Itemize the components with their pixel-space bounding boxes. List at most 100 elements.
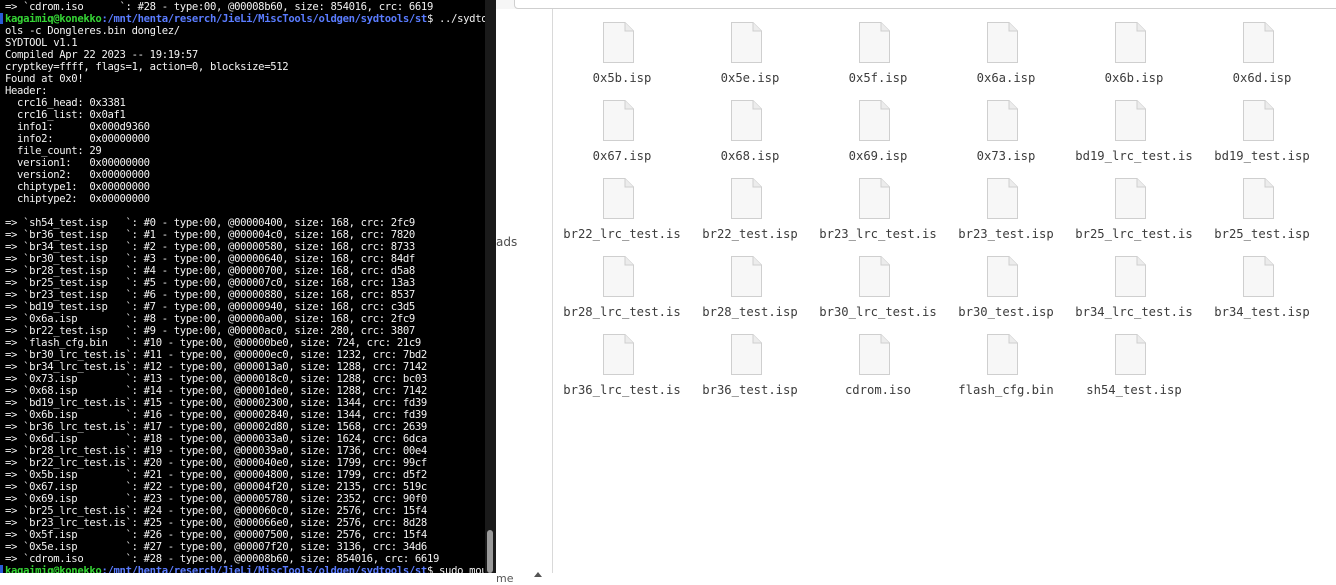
prompt-user: kagaimiq@konekko — [5, 13, 102, 25]
file-item[interactable]: br36_test.isp — [686, 332, 814, 410]
file-item[interactable]: br28_test.isp — [686, 254, 814, 332]
file-item[interactable]: br23_lrc_test.is — [814, 176, 942, 254]
file-item[interactable]: br36_lrc_test.is — [558, 332, 686, 410]
document-icon — [1243, 256, 1274, 297]
terminal-line: => `0x69.isp `: #23 - type:00, @00005780… — [5, 493, 427, 505]
file-item[interactable]: 0x5f.isp — [814, 20, 942, 98]
file-name: 0x67.isp — [592, 149, 652, 163]
terminal-line: => `br36_test.isp `: #1 - type:00, @0000… — [5, 229, 415, 241]
file-name: br23_lrc_test.is — [819, 227, 937, 241]
document-icon — [1243, 22, 1274, 63]
terminal-line: => `br23_test.isp `: #6 - type:00, @0000… — [5, 289, 415, 301]
file-item[interactable]: cdrom.iso — [814, 332, 942, 410]
terminal-line: => `bd19_lrc_test.is`: #15 - type:00, @0… — [5, 397, 427, 409]
terminal-line: => `br34_test.isp `: #2 - type:00, @0000… — [5, 241, 415, 253]
file-item[interactable]: 0x69.isp — [814, 98, 942, 176]
terminal-line: => `br34_lrc_test.is`: #12 - type:00, @0… — [5, 361, 427, 373]
file-item[interactable]: br25_test.isp — [1198, 176, 1326, 254]
file-item[interactable]: br30_lrc_test.is — [814, 254, 942, 332]
terminal-line: crc16_list: 0x0af1 — [5, 109, 126, 121]
file-name: 0x73.isp — [976, 149, 1036, 163]
sidebar-item-label[interactable]: ads — [496, 235, 517, 249]
file-item[interactable]: br34_lrc_test.is — [1070, 254, 1198, 332]
file-name: br30_lrc_test.is — [819, 305, 937, 319]
file-name: br23_test.isp — [958, 227, 1054, 241]
file-name: br36_test.isp — [702, 383, 798, 397]
file-item[interactable]: bd19_test.isp — [1198, 98, 1326, 176]
document-icon — [603, 256, 634, 297]
file-name: 0x5f.isp — [848, 71, 908, 85]
terminal-line: => `0x73.isp `: #13 - type:00, @000018c0… — [5, 373, 427, 385]
document-icon — [859, 100, 890, 141]
terminal-line: Header: — [5, 85, 48, 97]
terminal-line: version1: 0x00000000 — [5, 157, 150, 169]
document-icon — [603, 178, 634, 219]
document-icon — [1115, 22, 1146, 63]
document-icon — [1115, 100, 1146, 141]
terminal-line: ols -c Dongleres.bin donglez/ — [5, 25, 180, 37]
file-manager-window[interactable]: ads me 0x5b.isp 0x5e.isp 0x5f.isp 0x6a.isp 0… — [496, 0, 1336, 585]
terminal-line: => `br30_lrc_test.is`: #11 - type:00, @0… — [5, 349, 427, 361]
file-name: br28_lrc_test.is — [563, 305, 681, 319]
terminal-line: => `br22_test.isp `: #9 - type:00, @0000… — [5, 325, 415, 337]
terminal-line: => `0x5e.isp `: #27 - type:00, @00007f20… — [5, 541, 427, 553]
file-item[interactable]: br30_test.isp — [942, 254, 1070, 332]
file-item[interactable]: 0x6b.isp — [1070, 20, 1198, 98]
terminal-line: version2: 0x00000000 — [5, 169, 150, 181]
terminal-line: => `0x6b.isp `: #16 - type:00, @00002840… — [5, 409, 427, 421]
document-icon — [731, 100, 762, 141]
terminal-scrollbar[interactable] — [485, 0, 496, 573]
terminal-line: => `br25_lrc_test.is`: #24 - type:00, @0… — [5, 505, 427, 517]
file-manager-sidebar[interactable]: ads me — [496, 9, 553, 585]
document-icon — [603, 334, 634, 375]
terminal-window[interactable]: => `cdrom.iso `: #28 - type:00, @00008b6… — [0, 0, 485, 573]
file-name: 0x69.isp — [848, 149, 908, 163]
document-icon — [859, 334, 890, 375]
document-icon — [1115, 334, 1146, 375]
file-item[interactable]: 0x6a.isp — [942, 20, 1070, 98]
file-item[interactable]: 0x5b.isp — [558, 20, 686, 98]
file-item[interactable]: br22_lrc_test.is — [558, 176, 686, 254]
terminal-line: => `cdrom.iso `: #28 - type:00, @00008b6… — [5, 1, 433, 13]
file-grid-row: br28_lrc_test.is br28_test.isp br30_lrc_te… — [558, 254, 1328, 332]
document-icon — [603, 22, 634, 63]
file-item[interactable]: br23_test.isp — [942, 176, 1070, 254]
file-item[interactable]: flash_cfg.bin — [942, 332, 1070, 410]
sidebar-bottom-label[interactable]: me — [496, 572, 513, 585]
location-bar[interactable] — [514, 0, 1336, 9]
file-item[interactable]: br34_test.isp — [1198, 254, 1326, 332]
prompt-path: :/mnt/henta/reserch/JieLi/MiscTools/oldg… — [101, 565, 427, 573]
document-icon — [1115, 178, 1146, 219]
file-item[interactable]: br28_lrc_test.is — [558, 254, 686, 332]
file-name: 0x5b.isp — [592, 71, 652, 85]
file-manager-toolbar — [496, 0, 1336, 9]
terminal-line: file_count: 29 — [5, 145, 102, 157]
document-icon — [731, 256, 762, 297]
file-item[interactable]: sh54_test.isp — [1070, 332, 1198, 410]
document-icon — [1243, 178, 1274, 219]
terminal-line: => `0x5b.isp `: #21 - type:00, @00004800… — [5, 469, 427, 481]
file-name: br25_lrc_test.is — [1075, 227, 1193, 241]
file-item[interactable]: 0x68.isp — [686, 98, 814, 176]
file-name: 0x6b.isp — [1104, 71, 1164, 85]
prompt-marker — [0, 565, 3, 573]
file-name: bd19_lrc_test.is — [1075, 149, 1193, 163]
terminal-scrollbar-thumb[interactable] — [487, 530, 493, 573]
file-item[interactable]: br22_test.isp — [686, 176, 814, 254]
file-item[interactable]: 0x6d.isp — [1198, 20, 1326, 98]
terminal-line: cryptkey=ffff, flags=1, action=0, blocks… — [5, 61, 289, 73]
file-name: br25_test.isp — [1214, 227, 1310, 241]
file-name: bd19_test.isp — [1214, 149, 1310, 163]
prompt-user: kagaimiq@konekko — [5, 565, 102, 573]
file-item[interactable]: bd19_lrc_test.is — [1070, 98, 1198, 176]
file-item[interactable]: 0x5e.isp — [686, 20, 814, 98]
file-item[interactable]: 0x73.isp — [942, 98, 1070, 176]
terminal-prompt-line: kagaimiq@konekko:/mnt/henta/reserch/JieL… — [5, 13, 485, 25]
file-name: 0x6a.isp — [976, 71, 1036, 85]
file-item[interactable]: br25_lrc_test.is — [1070, 176, 1198, 254]
document-icon — [859, 22, 890, 63]
file-grid-row: 0x67.isp 0x68.isp 0x69.isp 0x73.isp bd19_lrc… — [558, 98, 1328, 176]
file-name: 0x5e.isp — [720, 71, 780, 85]
file-item[interactable]: 0x67.isp — [558, 98, 686, 176]
